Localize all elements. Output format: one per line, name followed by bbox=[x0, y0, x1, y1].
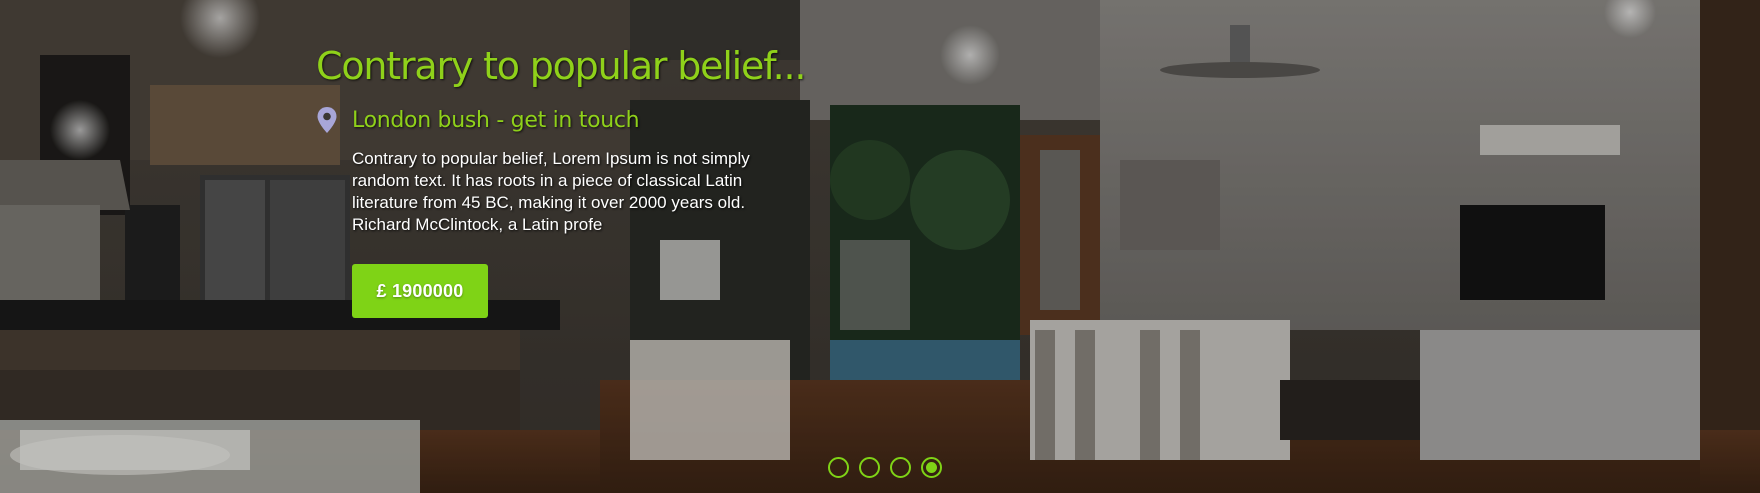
pagination-dot-3[interactable] bbox=[890, 457, 911, 478]
dark-overlay bbox=[0, 0, 1760, 493]
slide-description: Contrary to popular belief, Lorem Ipsum … bbox=[352, 149, 750, 234]
slide-title: Contrary to popular belief... bbox=[316, 44, 806, 88]
hero-slider: Contrary to popular belief... London bus… bbox=[0, 0, 1760, 493]
location-link[interactable]: London bush - get in touch bbox=[352, 108, 640, 133]
map-pin-icon bbox=[316, 106, 338, 134]
price-button[interactable]: £ 1900000 bbox=[352, 264, 488, 318]
slide-location[interactable]: London bush - get in touch bbox=[316, 104, 786, 136]
slide-caption: Contrary to popular belief... London bus… bbox=[316, 40, 806, 318]
pagination-dot-4[interactable] bbox=[921, 457, 942, 478]
pagination-dot-1[interactable] bbox=[828, 457, 849, 478]
slider-pagination bbox=[828, 457, 942, 478]
pagination-dot-2[interactable] bbox=[859, 457, 880, 478]
